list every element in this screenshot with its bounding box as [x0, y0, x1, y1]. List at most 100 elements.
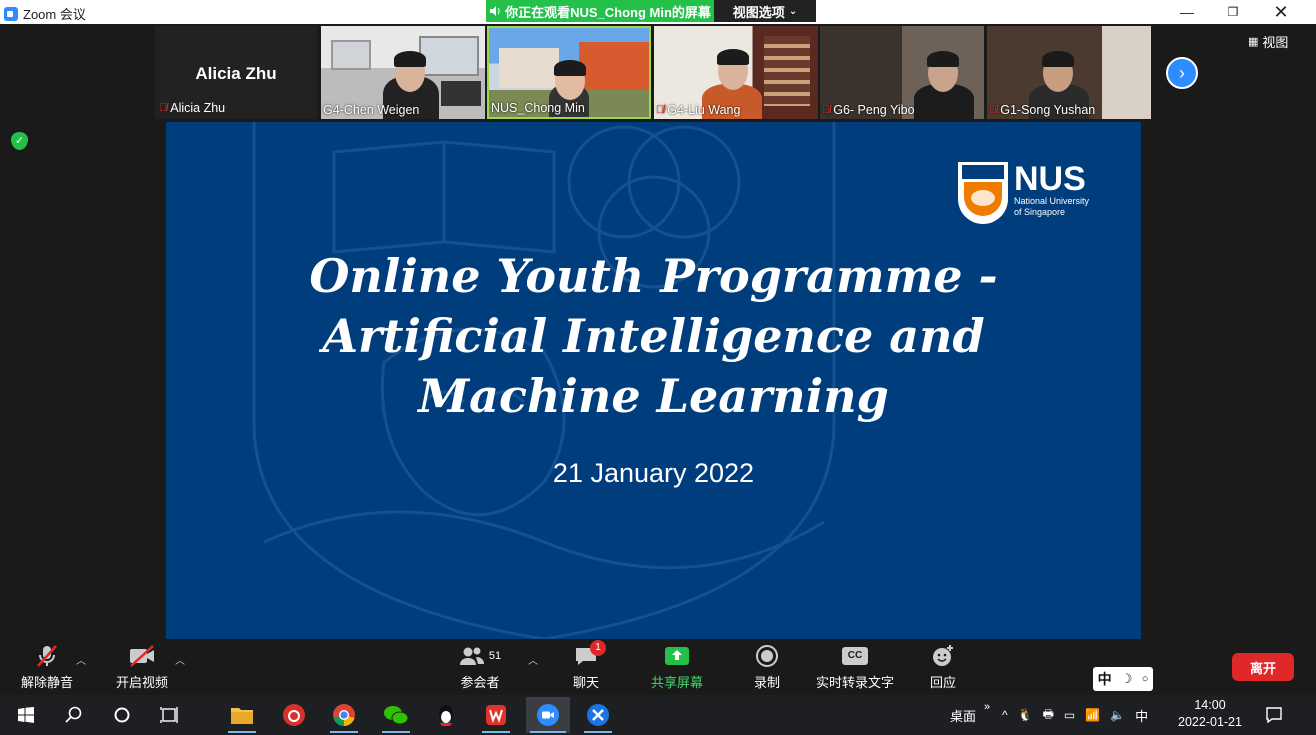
double-chevron-icon: »: [984, 701, 991, 713]
qq-tray-icon[interactable]: 🐧: [1018, 708, 1033, 722]
cortana-button[interactable]: [100, 697, 144, 733]
chevron-down-icon: ⌄: [788, 5, 798, 17]
muted-mic-icon: 🎙̸: [159, 102, 168, 114]
slide-title: Online Youth Programme - Artificial Inte…: [166, 246, 1141, 426]
leave-button[interactable]: 离开: [1232, 653, 1294, 681]
slide-title-line: Artificial Intelligence and: [322, 309, 985, 363]
close-button[interactable]: ✕: [1258, 0, 1304, 24]
connect-icon: [587, 704, 609, 726]
maximize-button[interactable]: ❐: [1210, 0, 1256, 24]
qq-app[interactable]: [424, 697, 468, 733]
cortana-circle-icon: [114, 707, 130, 723]
chat-label: 聊天: [572, 675, 599, 690]
participant-label: 🎙̸ G6- Peng Yibo: [822, 103, 915, 117]
video-off-icon: [128, 644, 156, 668]
system-tray: ^ 🐧 🖶 ▭ 📶 🔈 中: [1002, 695, 1148, 735]
participant-name: G4-Chen Weigen: [323, 103, 420, 117]
windows-logo-icon: [18, 707, 34, 723]
active-participant-name: Alicia Zhu: [195, 64, 277, 83]
task-view-icon: [160, 707, 178, 723]
participants-options-caret[interactable]: ︿: [528, 652, 538, 667]
chevron-right-icon: ›: [1179, 62, 1185, 83]
wps-icon: [486, 705, 506, 725]
zoom-camera-icon: [537, 704, 559, 726]
participant-label: 🎙̸ G1-Song Yushan: [989, 103, 1095, 117]
ime-indicator[interactable]: 中: [1135, 706, 1148, 725]
participants-button[interactable]: 51 参会者: [452, 640, 508, 695]
unmute-label: 解除静音: [20, 675, 73, 690]
start-video-button[interactable]: 开启视频: [110, 640, 174, 695]
netease-music-app[interactable]: [272, 697, 316, 733]
start-button[interactable]: [4, 697, 48, 733]
search-button[interactable]: [52, 697, 96, 733]
video-options-caret[interactable]: ︿: [175, 652, 185, 667]
battery-icon[interactable]: ▭: [1064, 708, 1075, 722]
volume-icon[interactable]: 🔈: [1110, 708, 1125, 722]
title-bar: Zoom 会议 你正在观看NUS_Chong Min的屏幕 视图选项 ⌄ — ❐…: [0, 0, 1316, 24]
share-screen-icon: [664, 644, 690, 668]
muted-mic-icon: 🎙̸: [989, 104, 998, 116]
participant-tile[interactable]: 🎙̸ G4-Liu Wang: [654, 26, 818, 119]
cc-text: CC: [842, 647, 868, 665]
record-button[interactable]: 录制: [742, 640, 792, 695]
wifi-icon[interactable]: 📶: [1085, 708, 1100, 722]
reactions-button[interactable]: 回应: [918, 640, 968, 695]
participant-tile[interactable]: 🎙̸ G1-Song Yushan: [987, 26, 1151, 119]
participant-label: G4-Chen Weigen: [323, 103, 419, 117]
viewing-banner: 你正在观看NUS_Chong Min的屏幕: [486, 0, 714, 22]
view-options-button[interactable]: 视图选项 ⌄: [714, 0, 816, 22]
taskbar-clock[interactable]: 14:00 2022-01-21: [1172, 697, 1248, 733]
live-transcript-button[interactable]: CC 实时转录文字: [812, 640, 898, 695]
zoom-logo-icon: [4, 6, 18, 21]
participant-tile-name-only[interactable]: Alicia Zhu 🎙̸ Alicia Zhu: [155, 26, 317, 119]
reactions-label: 回应: [929, 675, 956, 690]
search-icon: [65, 706, 82, 723]
task-view-button[interactable]: [148, 697, 192, 733]
viewing-text: 你正在观看NUS_Chong Min的屏幕: [505, 4, 711, 20]
unmute-button[interactable]: 解除静音: [14, 640, 80, 695]
connect-app[interactable]: [576, 697, 620, 733]
chrome-app[interactable]: [322, 697, 366, 733]
clock-time: 14:00: [1194, 698, 1226, 712]
participant-tile[interactable]: G4-Chen Weigen: [321, 26, 485, 119]
participant-name: NUS_Chong Min: [491, 101, 585, 115]
live-transcript-label: 实时转录文字: [815, 675, 894, 690]
chat-button[interactable]: 1 聊天: [560, 640, 612, 695]
clock-date: 2022-01-21: [1178, 715, 1242, 729]
qq-penguin-icon: [439, 705, 453, 726]
ime-floating-bar[interactable]: 中 ☽ ○: [1093, 667, 1153, 691]
share-screen-button[interactable]: 共享屏幕: [646, 640, 708, 695]
record-icon: [755, 644, 779, 668]
file-explorer-app[interactable]: [220, 697, 264, 733]
record-label: 录制: [753, 675, 780, 690]
wps-app[interactable]: [474, 697, 518, 733]
chevron-up-icon[interactable]: ^: [1002, 708, 1008, 722]
participant-label: 🎙̸ Alicia Zhu: [159, 101, 225, 115]
desktop-toolbar[interactable]: 桌面 »: [950, 695, 990, 735]
speaker-icon: [490, 6, 500, 16]
participant-label: NUS_Chong Min: [491, 101, 585, 115]
wechat-app[interactable]: [374, 697, 418, 733]
view-button[interactable]: ▦ 视图: [1248, 32, 1288, 51]
participant-name: G1-Song Yushan: [1000, 103, 1096, 117]
muted-mic-icon: 🎙̸: [822, 104, 831, 116]
audio-options-caret[interactable]: ︿: [76, 652, 86, 667]
nus-wordmark: NUS National University of Singapore: [1014, 162, 1089, 224]
minimize-button[interactable]: —: [1164, 0, 1210, 24]
participant-tile[interactable]: 🎙̸ G6- Peng Yibo: [820, 26, 984, 119]
zoom-app[interactable]: [526, 697, 570, 733]
participant-tile-active-speaker[interactable]: NUS_Chong Min: [487, 26, 651, 119]
shared-screen-slide: NUS National University of Singapore Onl…: [166, 122, 1141, 639]
action-center-button[interactable]: [1252, 697, 1296, 733]
desktop-label: 桌面: [950, 708, 977, 724]
printer-tray-icon[interactable]: 🖶: [1043, 705, 1054, 726]
next-page-button[interactable]: ›: [1166, 57, 1198, 89]
participants-label: 参会者: [460, 675, 500, 690]
notification-icon: [1266, 707, 1282, 724]
emoji-add-icon: [931, 644, 955, 668]
chat-badge: 1: [590, 640, 606, 656]
minimize-icon: —: [1180, 4, 1194, 20]
app-title: Zoom 会议: [4, 4, 86, 23]
nus-crest-icon: [958, 162, 1008, 224]
participants-icon-row: 51: [459, 644, 501, 668]
